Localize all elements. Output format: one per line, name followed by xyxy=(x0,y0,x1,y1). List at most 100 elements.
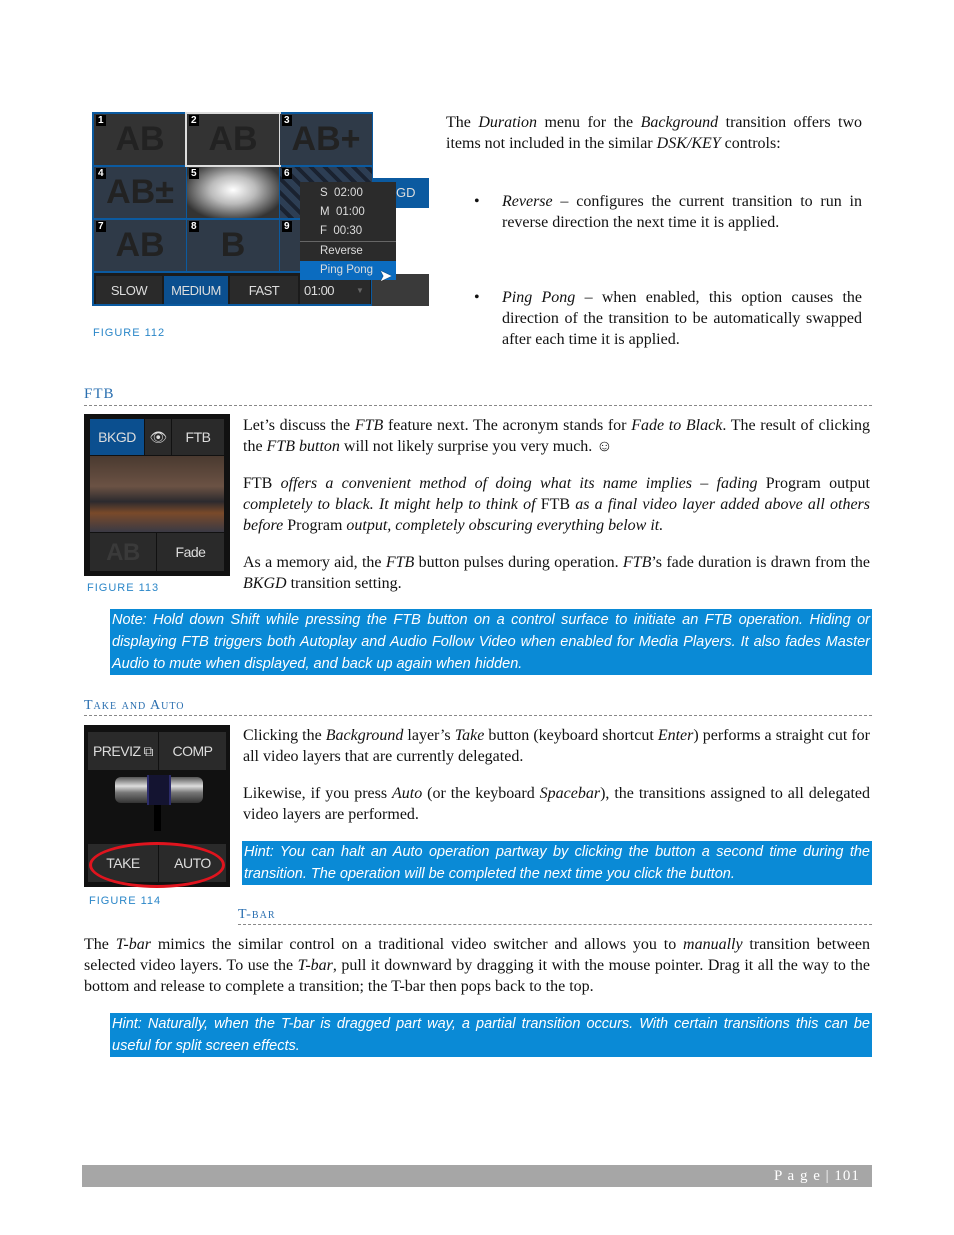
t-bar-hint: Hint: Naturally, when the T-bar is dragg… xyxy=(110,1013,872,1057)
text-run: The xyxy=(446,114,479,131)
copy-icon: ⧉ xyxy=(143,742,154,759)
ftb-button[interactable]: FTB xyxy=(172,419,224,455)
menu-item-medium[interactable]: M 01:00 xyxy=(300,203,396,222)
take-auto-hint: Hint: You can halt an Auto operation par… xyxy=(242,841,872,885)
t-bar-handle-center xyxy=(147,775,171,805)
text-run: As a memory aid, the xyxy=(243,554,386,571)
transition-tile[interactable]: 1 AB xyxy=(94,114,186,165)
t-bar-heading: T-bar xyxy=(238,907,276,922)
emphasis-text: offers a convenient method of doing what… xyxy=(272,475,766,492)
text-run: Let’s discuss the xyxy=(243,417,355,434)
text-run: ’s fade duration is drawn from the xyxy=(651,554,870,571)
transition-tile[interactable]: 3 AB+ xyxy=(280,114,372,165)
text-run: Likewise, if you press xyxy=(243,785,392,802)
speed-fast[interactable]: FAST xyxy=(230,276,298,304)
transition-tile[interactable]: 2 AB xyxy=(185,112,281,167)
bullet-icon: • xyxy=(474,289,480,306)
duration-dropdown[interactable]: 01:00 ▼ xyxy=(300,276,370,304)
divider xyxy=(238,924,872,925)
ftb-note: Note: Hold down Shift while pressing the… xyxy=(110,609,872,675)
emphasis-text: Fade to Black xyxy=(631,417,723,434)
tile-number: 6 xyxy=(282,168,292,179)
text-run: will not likely surprise you very much. … xyxy=(339,438,613,455)
text-run: Program xyxy=(287,517,343,534)
take-auto-paragraph-1: Clicking the Background layer’s Take but… xyxy=(243,725,870,767)
emphasis-text: Enter xyxy=(657,727,694,744)
emphasis-text: Auto xyxy=(392,785,423,802)
text-run: layer’s xyxy=(403,727,455,744)
footer-page: P a g e | 101 xyxy=(774,1168,860,1184)
chevron-down-icon: ▼ xyxy=(356,285,364,295)
tile-glyph: AB xyxy=(115,226,165,264)
bullet-term: Reverse xyxy=(502,193,553,210)
text-run: Program output xyxy=(765,475,871,492)
tile-number: 8 xyxy=(189,221,199,232)
speed-slow[interactable]: SLOW xyxy=(96,276,162,304)
figure-113-image: BKGD 👁 FTB AB Fade xyxy=(84,414,230,576)
emphasis-text: Spacebar xyxy=(539,785,601,802)
speed-medium[interactable]: MEDIUM xyxy=(164,276,228,304)
tile-number: 2 xyxy=(189,115,199,126)
text-run: mimics the similar control on a traditio… xyxy=(150,936,684,953)
emphasis-text: DSK/KEY xyxy=(656,135,721,152)
previz-button[interactable]: PREVIZ ⧉ xyxy=(88,732,158,770)
emphasis-text: T-bar xyxy=(115,936,151,953)
tile-number: 9 xyxy=(282,221,292,232)
emphasis-text: Take xyxy=(454,727,485,744)
duration-value: 01:00 xyxy=(304,282,335,298)
emphasis-text: Duration xyxy=(478,114,537,131)
menu-item-reverse[interactable]: Reverse xyxy=(300,242,396,261)
divider xyxy=(84,715,872,716)
footer-bar xyxy=(82,1165,872,1187)
emphasis-text: manually xyxy=(683,936,743,953)
eye-icon[interactable]: 👁 xyxy=(145,419,171,455)
tile-glyph: AB± xyxy=(106,173,174,211)
ftb-heading: FTB xyxy=(84,386,115,402)
transition-tile[interactable]: 4 AB± xyxy=(94,167,186,218)
comp-button[interactable]: COMP xyxy=(159,732,226,770)
text-run: transition setting. xyxy=(286,575,402,592)
transition-tile[interactable]: 7 AB xyxy=(94,220,186,271)
menu-item-fast[interactable]: F 00:30 xyxy=(300,222,396,242)
emphasis-text: Background xyxy=(640,114,719,131)
take-auto-paragraph-2: Likewise, if you press Auto (or the keyb… xyxy=(243,783,870,825)
emphasis-text: Background xyxy=(325,727,404,744)
transition-tile[interactable]: 5 xyxy=(187,167,279,218)
fade-button[interactable]: Fade xyxy=(157,533,224,571)
text-run: FTB xyxy=(540,496,571,513)
text-run: FTB xyxy=(243,475,273,492)
text-run: controls: xyxy=(720,135,781,152)
page-label: P a g e xyxy=(774,1168,821,1184)
figure-113-caption: FIGURE 113 xyxy=(87,582,160,594)
document-page: 1AB2AB3AB+4AB±567AB8B9A SLOW MEDIUM FAST… xyxy=(0,0,954,1235)
bullet-text: – configures the current transition to r… xyxy=(502,193,862,231)
emphasis-text: FTB xyxy=(354,417,384,434)
bullet-ping-pong: Ping Pong – when enabled, this option ca… xyxy=(502,287,862,350)
transition-ab-icon[interactable]: AB xyxy=(90,533,156,571)
emphasis-text: completely to black. It might help to th… xyxy=(243,496,541,513)
emphasis-text: FTB xyxy=(622,554,652,571)
figure-114-caption: FIGURE 114 xyxy=(89,895,162,907)
transition-tile[interactable]: 8B xyxy=(187,220,279,271)
video-preview xyxy=(90,456,224,532)
mouse-cursor-icon: ➤ xyxy=(379,268,393,285)
emphasis-text: BKGD xyxy=(243,575,287,592)
bkgd-button[interactable]: BKGD xyxy=(90,419,144,455)
duration-menu: S 02:00 M 01:00 F 00:30 Reverse Ping Pon… xyxy=(300,182,396,280)
menu-item-slow[interactable]: S 02:00 xyxy=(300,184,396,203)
text-run: button (keyboard shortcut xyxy=(484,727,658,744)
tile-number: 7 xyxy=(96,221,106,232)
tile-glyph: AB+ xyxy=(291,120,361,158)
text-run: (or the keyboard xyxy=(422,785,540,802)
t-bar-paragraph: The T-bar mimics the similar control on … xyxy=(84,934,870,997)
ftb-paragraph-1: Let’s discuss the FTB feature next. The … xyxy=(243,415,870,457)
take-auto-heading: Take and Auto xyxy=(84,698,185,713)
tile-glyph: AB xyxy=(115,120,165,158)
text-run: The xyxy=(84,936,116,953)
emphasis-text: T-bar xyxy=(297,957,333,974)
tile-glyph: AB xyxy=(208,120,258,158)
text-run: feature next. The acronym stands for xyxy=(383,417,632,434)
page-number: 101 xyxy=(834,1168,860,1184)
tile-number: 4 xyxy=(96,168,106,179)
text-run: Clicking the xyxy=(243,727,326,744)
